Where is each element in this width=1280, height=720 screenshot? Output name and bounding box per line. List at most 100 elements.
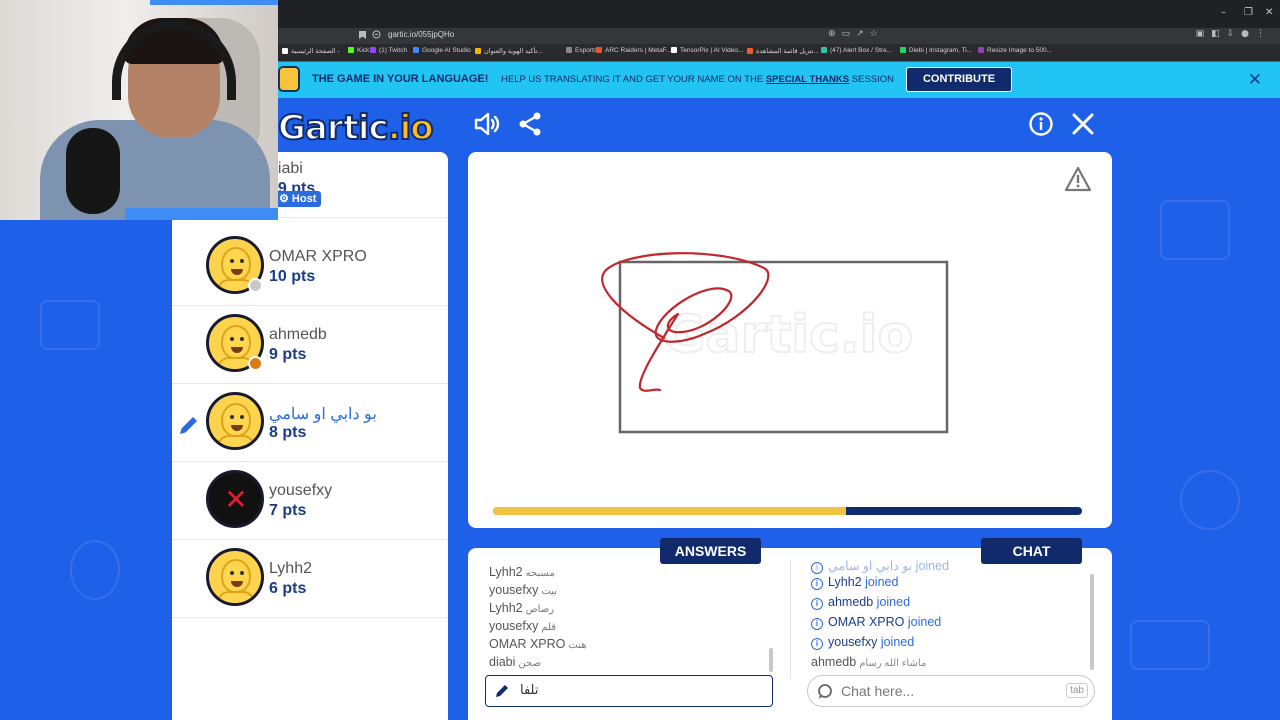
profile-icon[interactable]: ●	[1241, 29, 1256, 39]
bookmark-favicon-icon	[413, 47, 419, 53]
bookmark-item[interactable]: Google AI Studio	[413, 47, 471, 54]
answer-author: Lyhh2	[489, 565, 523, 579]
minimize-icon[interactable]: –	[1221, 7, 1226, 18]
joined-label: joined	[876, 595, 911, 609]
joined-player-name: ahmedb	[828, 595, 874, 609]
downloads-icon[interactable]: ⇩	[1227, 29, 1242, 39]
player-avatar: ✕	[206, 470, 264, 528]
translation-banner: THE GAME IN YOUR LANGUAGE! HELP US TRANS…	[278, 62, 1280, 98]
tab-key-hint: tab	[1066, 683, 1088, 698]
bookmark-item[interactable]: (47) Alert Box / Stre...	[821, 47, 892, 54]
browser-extension-icons[interactable]: ▣◧⇩●⋮	[1196, 29, 1272, 39]
info-icon[interactable]	[1027, 110, 1055, 138]
maximize-icon[interactable]: ❐	[1244, 7, 1253, 18]
report-warning-icon[interactable]	[1064, 166, 1092, 192]
info-small-icon: i	[811, 618, 823, 630]
sidebar-icon[interactable]: ◧	[1211, 29, 1227, 39]
site-info-icon[interactable]	[372, 30, 382, 40]
bookmark-item[interactable]: Diebi | Instagram, Ti...	[900, 47, 972, 54]
bookmark-item[interactable]: ARC Raiders | MetaF...	[596, 47, 671, 54]
star-icon[interactable]: ☆	[870, 29, 884, 39]
player-name: ahmedb	[269, 326, 327, 343]
bookmark-label: تأكيد الهوية والعنوان...	[484, 48, 543, 55]
players-panel: diabi 19 pts ⚙ Host OMAR XPRO 10 pts ahmedb 9 …	[172, 148, 448, 720]
bookmark-item[interactable]: Esports	[566, 47, 597, 54]
chat-join-message: i OMAR XPRO joined	[811, 615, 949, 635]
panel-divider	[790, 560, 791, 678]
menu-icon[interactable]: ⋮	[1256, 29, 1272, 39]
bookmark-label: Resize Image to 500...	[987, 47, 1053, 54]
chat-tab[interactable]: CHAT	[981, 538, 1082, 564]
bookmark-label: تنزيل قائمة المشاهدة...	[756, 48, 819, 55]
chat-input[interactable]: Chat here... tab	[807, 675, 1095, 707]
answer-message: Lyhh2 مسبحه	[489, 565, 587, 583]
player-row[interactable]: ahmedb 9 pts	[172, 306, 448, 384]
bookmark-favicon-icon	[475, 48, 481, 54]
chat-scrollbar[interactable]	[1090, 574, 1094, 670]
zoom-icon[interactable]: ⊕	[828, 29, 842, 39]
bookmark-star-icon[interactable]	[358, 30, 368, 40]
answer-input-value[interactable]: تلفا	[520, 683, 538, 698]
answers-scrollbar[interactable]	[769, 648, 773, 672]
banner-title: THE GAME IN YOUR LANGUAGE!	[312, 73, 489, 85]
bookmark-label: TensorPix | AI Video...	[680, 47, 744, 54]
drawing-board[interactable]: Gartic.io	[468, 152, 1112, 528]
bookmark-favicon-icon	[747, 48, 753, 54]
chat-partial-message: i بو دابي او سامي joined	[811, 558, 949, 575]
chat-bubble-icon	[817, 683, 833, 699]
banner-subtitle: HELP US TRANSLATING IT AND GET YOUR NAME…	[501, 74, 894, 85]
webcam-overlay	[0, 0, 278, 220]
bookmark-item[interactable]: TensorPix | AI Video...	[671, 47, 743, 54]
share-icon[interactable]: ↗	[856, 29, 870, 39]
player-name: بو دابي او سامي	[269, 406, 377, 423]
webcam-frame-top	[150, 0, 278, 5]
url-tools[interactable]: ⊕▭↗☆	[828, 29, 884, 39]
drawing-canvas[interactable]: Gartic.io	[468, 152, 1112, 528]
answers-list: Lyhh2 مسبحه yousefxy بيت Lyhh2 رصاص yousefxy قل…	[489, 565, 587, 673]
bookmark-item[interactable]: (1) Twitch	[370, 47, 407, 54]
answer-input[interactable]: تلفا	[485, 675, 773, 707]
answers-tab[interactable]: ANSWERS	[660, 538, 761, 564]
pencil-icon	[494, 683, 510, 699]
bookmark-favicon-icon	[596, 47, 602, 53]
sound-icon[interactable]	[473, 110, 501, 138]
info-small-icon: i	[811, 578, 823, 590]
cast-icon[interactable]: ▭	[842, 29, 857, 39]
chat-message-author: ahmedb	[811, 655, 857, 669]
player-row[interactable]: بو دابي او سامي 8 pts	[172, 384, 448, 462]
close-game-icon[interactable]	[1069, 110, 1097, 138]
player-row[interactable]: ✕ yousefxy 7 pts	[172, 462, 448, 540]
info-small-icon: i	[811, 638, 823, 650]
answer-message: yousefxy قلم	[489, 619, 587, 637]
address-bar[interactable]: gartic.io/055jpQHo ⊕▭↗☆ ▣◧⇩●⋮	[278, 28, 1280, 44]
answer-author: yousefxy	[489, 619, 539, 633]
bookmark-item[interactable]: تأكيد الهوية والعنوان...	[475, 47, 543, 55]
joined-player-name: Lyhh2	[828, 575, 862, 589]
bookmark-favicon-icon	[566, 47, 572, 53]
bookmark-item[interactable]: Resize Image to 500...	[978, 47, 1052, 54]
bookmark-favicon-icon	[900, 47, 906, 53]
banner-logo-icon	[278, 66, 300, 92]
share-icon[interactable]	[516, 110, 544, 138]
drawing-pencil-icon	[178, 414, 200, 436]
player-row[interactable]: Lyhh2 6 pts	[172, 540, 448, 618]
chat-message-text: ماشاء الله رسام	[859, 658, 927, 669]
bookmark-item[interactable]: الصفحة الرئيسية -	[282, 47, 340, 55]
player-points: 7 pts	[269, 502, 307, 519]
answer-text: رصاص	[525, 604, 555, 615]
player-avatar	[206, 392, 264, 450]
close-window-icon[interactable]: ✕	[1265, 7, 1273, 18]
bookmark-favicon-icon	[671, 47, 677, 53]
bookmark-favicon-icon	[821, 47, 827, 53]
info-small-icon: i	[811, 562, 823, 574]
bookmark-item[interactable]: Kick	[348, 47, 369, 54]
banner-close-icon[interactable]: ✕	[1248, 70, 1262, 90]
player-row[interactable]: OMAR XPRO 10 pts	[172, 228, 448, 306]
url-text[interactable]: gartic.io/055jpQHo	[388, 30, 454, 39]
contribute-button[interactable]: CONTRIBUTE	[906, 67, 1012, 92]
extensions-icon[interactable]: ▣	[1196, 29, 1212, 39]
chat-placeholder[interactable]: Chat here...	[841, 683, 914, 699]
answer-text: صحن	[518, 658, 541, 669]
bookmark-item[interactable]: تنزيل قائمة المشاهدة...	[747, 47, 819, 55]
round-timer-fill	[493, 507, 847, 515]
